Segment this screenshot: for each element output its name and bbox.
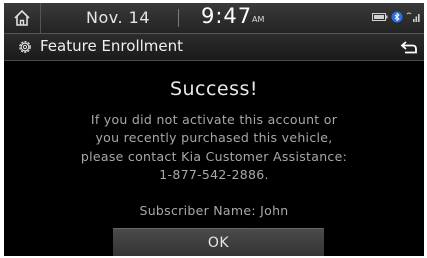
- back-button[interactable]: [394, 34, 424, 60]
- subscriber-name: Subscriber Name: John: [139, 203, 289, 218]
- back-arrow-icon: [400, 41, 417, 54]
- dialog-message-line: 1-877-542-2886.: [159, 167, 269, 182]
- success-dialog: Success! If you did not activate this ac…: [4, 61, 424, 256]
- title-bar: Feature Enrollment: [4, 34, 424, 61]
- dialog-message-line: If you did not activate this account or: [90, 112, 338, 127]
- home-button[interactable]: [4, 3, 41, 33]
- signal-icon: [406, 12, 420, 22]
- gear-icon: [19, 41, 31, 53]
- bluetooth-icon: [391, 11, 403, 23]
- screen: Nov. 14 9:47 AM Feature Enrollment Succe…: [4, 3, 424, 256]
- status-bar: Nov. 14 9:47 AM: [4, 3, 424, 34]
- ok-button[interactable]: OK: [113, 228, 324, 256]
- dialog-message-line: please contact Kia Customer Assistance:: [80, 149, 348, 164]
- dialog-message-line: you recently purchased this vehicle,: [95, 130, 333, 145]
- status-ampm: AM: [252, 15, 265, 24]
- status-icons: [372, 11, 420, 23]
- page-title: Feature Enrollment: [40, 37, 184, 55]
- battery-icon: [372, 13, 388, 21]
- status-date: Nov. 14: [86, 8, 151, 27]
- status-divider: [178, 9, 179, 27]
- status-time: 9:47: [201, 4, 253, 28]
- home-icon: [14, 9, 30, 26]
- dialog-heading: Success!: [169, 78, 259, 100]
